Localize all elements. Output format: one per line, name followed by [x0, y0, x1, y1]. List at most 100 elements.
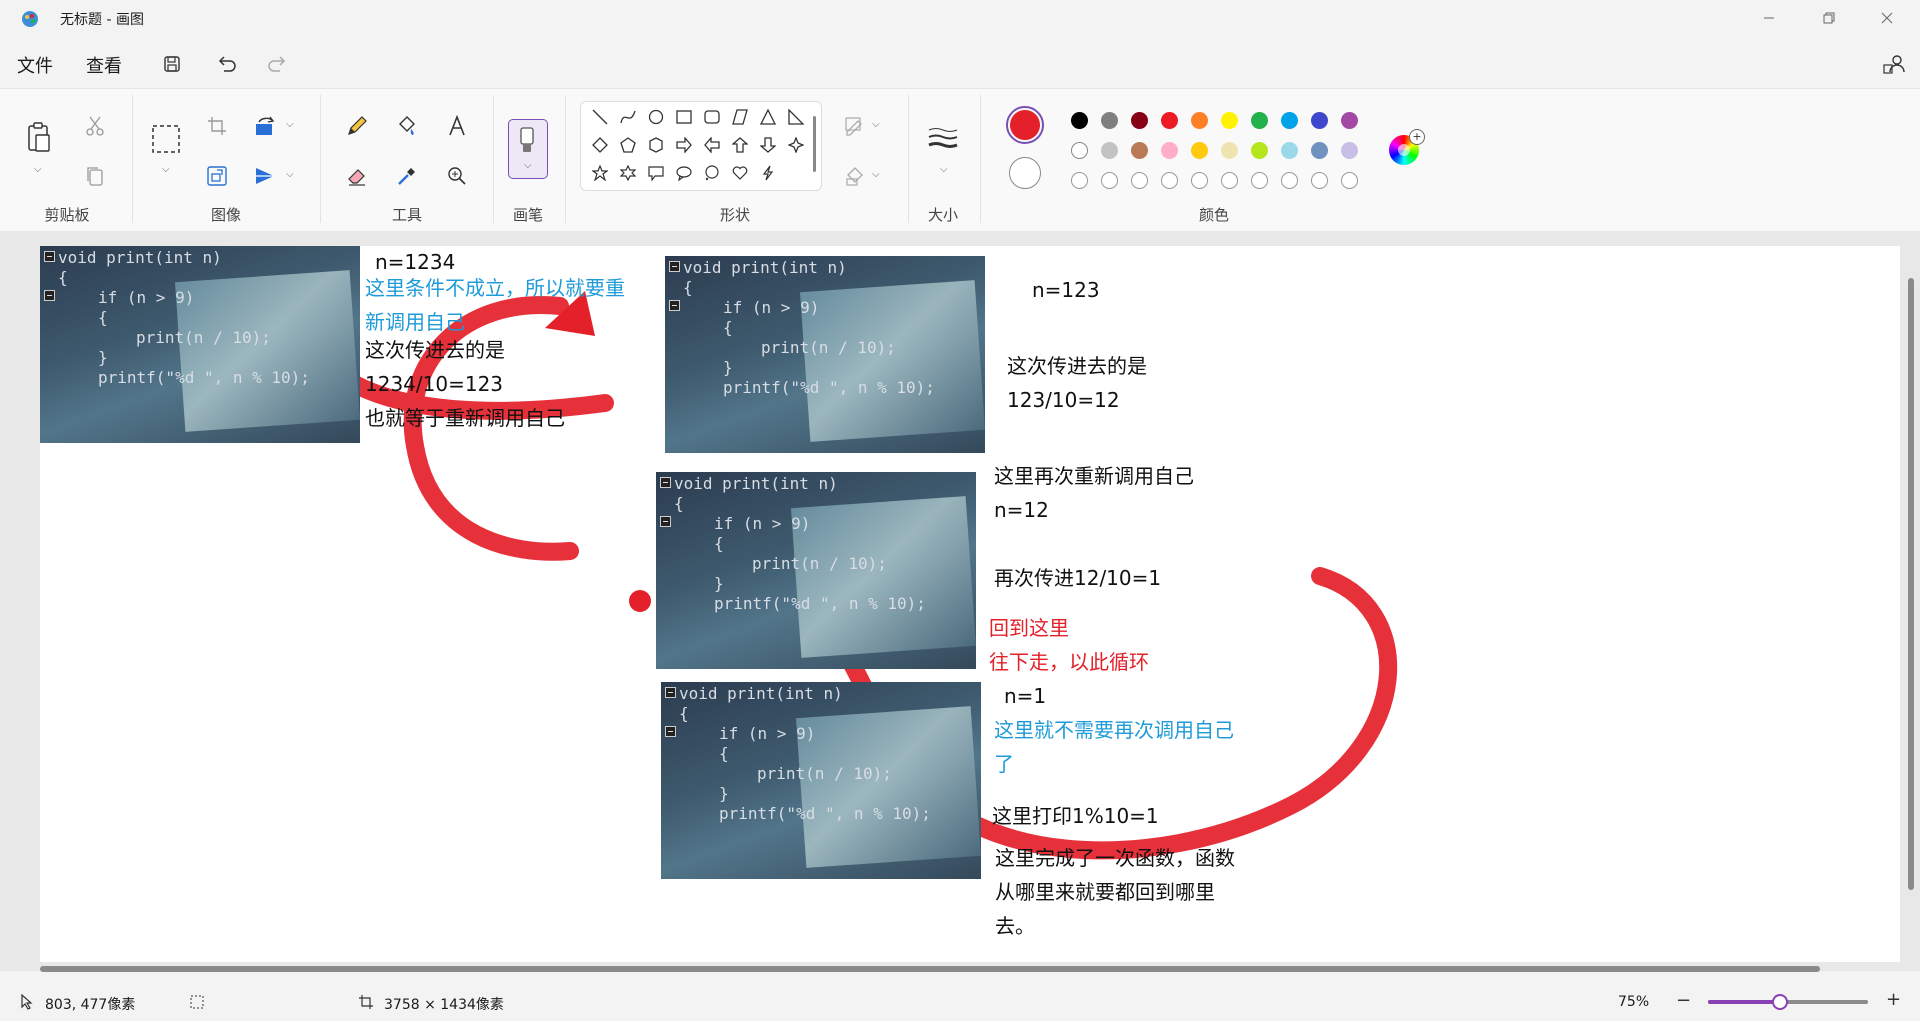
palette-color-swatch[interactable] [1071, 112, 1088, 129]
brush-button[interactable]: ⌵ [508, 119, 548, 179]
lightning-shape-icon[interactable] [757, 162, 779, 184]
six-point-star-shape-icon[interactable] [617, 162, 639, 184]
palette-color-swatch[interactable] [1311, 112, 1328, 129]
palette-empty-swatch[interactable] [1191, 172, 1208, 189]
palette-color-swatch[interactable] [1251, 142, 1268, 159]
palette-color-swatch[interactable] [1341, 112, 1358, 129]
right-triangle-shape-icon[interactable] [785, 106, 807, 128]
restore-button[interactable] [1806, 0, 1852, 36]
redo-icon[interactable] [265, 52, 289, 76]
primary-color-button[interactable] [1006, 106, 1044, 144]
right-arrow-shape-icon[interactable] [673, 134, 695, 156]
zoom-slider[interactable] [1708, 994, 1868, 1010]
palette-empty-swatch[interactable] [1221, 172, 1238, 189]
shape-fill-dropdown-icon[interactable]: ⌵ [872, 169, 880, 180]
palette-color-swatch[interactable] [1131, 112, 1148, 129]
flip-dropdown-icon[interactable]: ⌵ [286, 169, 294, 180]
oval-shape-icon[interactable] [645, 106, 667, 128]
rounded-rectangle-shape-icon[interactable] [701, 106, 723, 128]
palette-color-swatch[interactable] [1131, 142, 1148, 159]
save-icon[interactable] [160, 52, 184, 76]
hexagon-shape-icon[interactable] [645, 134, 667, 156]
polygon-shape-icon[interactable] [729, 106, 751, 128]
palette-color-swatch[interactable] [1281, 112, 1298, 129]
shapes-scrollbar[interactable] [813, 116, 816, 172]
drawing-canvas[interactable]: void print(int n) { if (n > 9) { print(n… [40, 246, 1900, 962]
left-arrow-shape-icon[interactable] [701, 134, 723, 156]
line-shape-icon[interactable] [589, 106, 611, 128]
palette-color-swatch[interactable] [1161, 142, 1178, 159]
select-dropdown-icon[interactable]: ⌵ [162, 164, 170, 175]
crop-icon[interactable] [202, 111, 232, 141]
cursor-icon [20, 993, 34, 1014]
minimize-button[interactable] [1746, 0, 1792, 36]
palette-empty-swatch[interactable] [1341, 172, 1358, 189]
vertical-scrollbar[interactable] [1908, 278, 1914, 890]
palette-empty-swatch[interactable] [1131, 172, 1148, 189]
secondary-color-swatch[interactable] [1009, 157, 1041, 189]
palette-color-swatch[interactable] [1221, 112, 1238, 129]
down-arrow-shape-icon[interactable] [757, 134, 779, 156]
curve-shape-icon[interactable] [617, 106, 639, 128]
palette-color-swatch[interactable] [1161, 112, 1178, 129]
heart-shape-icon[interactable] [729, 162, 751, 184]
palette-empty-swatch[interactable] [1251, 172, 1268, 189]
outline-icon[interactable] [840, 111, 870, 141]
pencil-icon[interactable] [342, 111, 372, 141]
oval-callout-shape-icon[interactable] [673, 162, 695, 184]
rotate-dropdown-icon[interactable]: ⌵ [286, 119, 294, 130]
rotate-icon[interactable] [250, 111, 280, 141]
magnifier-icon[interactable] [442, 161, 472, 191]
palette-color-swatch[interactable] [1311, 142, 1328, 159]
cloud-callout-shape-icon[interactable] [701, 162, 723, 184]
flip-icon[interactable] [250, 161, 280, 191]
resize-icon[interactable] [202, 161, 232, 191]
cut-icon[interactable] [80, 111, 110, 141]
copy-icon[interactable] [80, 161, 110, 191]
pentagon-shape-icon[interactable] [617, 134, 639, 156]
palette-color-swatch[interactable] [1251, 112, 1268, 129]
color-picker-icon[interactable] [392, 161, 422, 191]
size-dropdown-icon[interactable]: ⌵ [940, 164, 948, 175]
palette-color-swatch[interactable] [1101, 142, 1118, 159]
paste-icon[interactable] [24, 119, 54, 155]
menu-file[interactable]: 文件 [17, 52, 53, 78]
palette-empty-swatch[interactable] [1161, 172, 1178, 189]
rectangle-shape-icon[interactable] [673, 106, 695, 128]
zoom-slider-thumb[interactable] [1772, 994, 1788, 1010]
diamond-shape-icon[interactable] [589, 134, 611, 156]
select-rectangle-icon[interactable] [150, 123, 182, 155]
undo-icon[interactable] [215, 52, 239, 76]
zoom-out-icon[interactable]: − [1676, 992, 1692, 1011]
paste-dropdown-icon[interactable]: ⌵ [34, 164, 42, 175]
outline-dropdown-icon[interactable]: ⌵ [872, 119, 880, 130]
brush-dropdown-icon[interactable]: ⌵ [524, 160, 532, 171]
four-point-star-shape-icon[interactable] [785, 134, 807, 156]
triangle-shape-icon[interactable] [757, 106, 779, 128]
zoom-in-icon[interactable]: + [1886, 991, 1902, 1010]
close-button[interactable] [1864, 0, 1910, 36]
palette-color-swatch[interactable] [1191, 142, 1208, 159]
five-point-star-shape-icon[interactable] [589, 162, 611, 184]
edit-colors-icon[interactable]: + [1389, 129, 1425, 165]
palette-empty-swatch[interactable] [1101, 172, 1118, 189]
palette-color-swatch[interactable] [1101, 112, 1118, 129]
palette-empty-swatch[interactable] [1281, 172, 1298, 189]
size-icon[interactable] [928, 123, 958, 153]
palette-color-swatch[interactable] [1341, 142, 1358, 159]
horizontal-scrollbar[interactable] [40, 966, 1820, 972]
up-arrow-shape-icon[interactable] [729, 134, 751, 156]
text-icon[interactable] [442, 111, 472, 141]
shape-fill-icon[interactable] [840, 161, 870, 191]
eraser-icon[interactable] [342, 161, 372, 191]
palette-empty-swatch[interactable] [1071, 172, 1088, 189]
palette-color-swatch[interactable] [1281, 142, 1298, 159]
palette-color-swatch[interactable] [1221, 142, 1238, 159]
palette-color-swatch[interactable] [1071, 142, 1088, 159]
rect-callout-shape-icon[interactable] [645, 162, 667, 184]
palette-color-swatch[interactable] [1191, 112, 1208, 129]
fill-bucket-icon[interactable] [392, 111, 422, 141]
account-icon[interactable] [1882, 52, 1906, 76]
menu-view[interactable]: 查看 [86, 52, 122, 78]
palette-empty-swatch[interactable] [1311, 172, 1328, 189]
